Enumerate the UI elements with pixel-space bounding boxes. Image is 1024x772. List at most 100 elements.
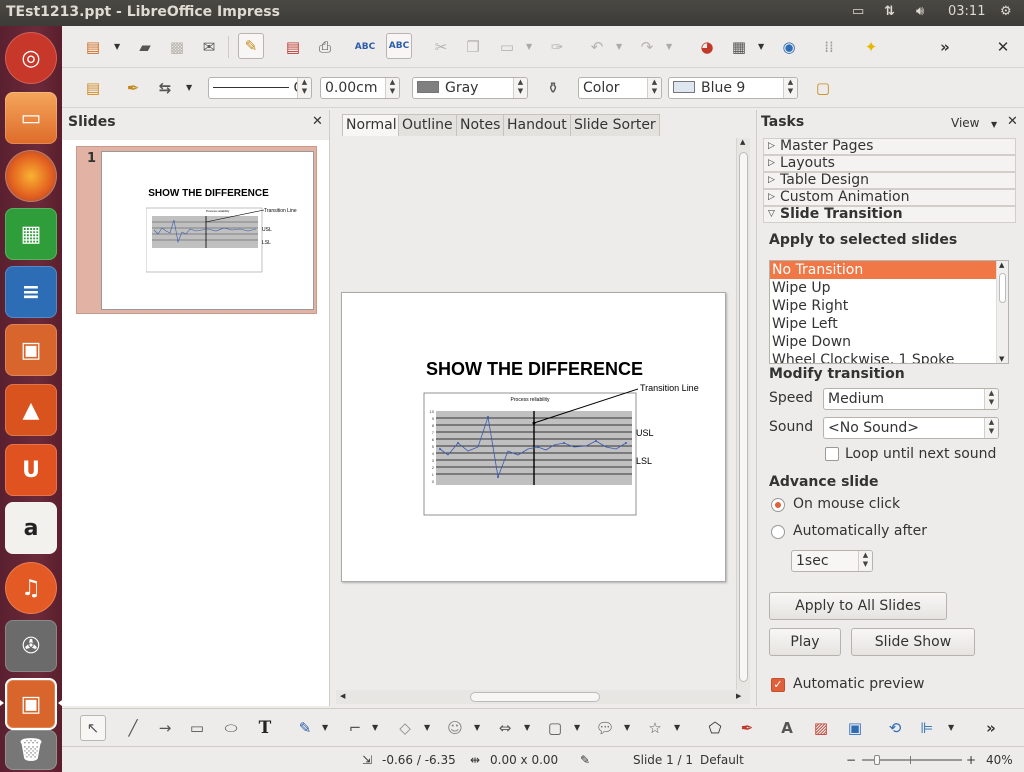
- software-center-icon[interactable]: ▲: [5, 384, 57, 436]
- area-style-combo[interactable]: Color ▲ ▼: [578, 77, 662, 99]
- zoom-out-icon[interactable]: −: [846, 753, 856, 767]
- apply-to-all-slides-button[interactable]: Apply to All Slides: [769, 592, 947, 620]
- battery-icon[interactable]: ▭: [852, 4, 864, 19]
- block-arrows-dropdown-icon[interactable]: ▼: [524, 723, 530, 732]
- line-tool-icon[interactable]: ╱: [120, 715, 146, 741]
- scroll-up-icon[interactable]: ▲: [999, 261, 1004, 269]
- transition-scroll-thumb[interactable]: [999, 273, 1006, 303]
- chart-icon[interactable]: ◕: [694, 34, 720, 60]
- toolbar-overflow-icon[interactable]: »: [932, 34, 958, 60]
- slide-thumbnail[interactable]: SHOW THE DIFFERENCE Process reliability …: [101, 151, 314, 310]
- drawbar-overflow-icon[interactable]: »: [978, 715, 1004, 741]
- curve-tool-icon[interactable]: ✎: [292, 715, 318, 741]
- basic-shapes-dropdown-icon[interactable]: ▼: [424, 723, 430, 732]
- flowchart-dropdown-icon[interactable]: ▼: [574, 723, 580, 732]
- text-tool-icon[interactable]: T: [252, 715, 278, 741]
- line-width-field[interactable]: 0.00cm ▲ ▼: [320, 77, 400, 99]
- auto-spellcheck-icon[interactable]: ABC: [386, 33, 412, 59]
- redo-dropdown-icon[interactable]: ▼: [666, 42, 672, 51]
- area-icon[interactable]: ⚱: [540, 75, 566, 101]
- line-style-spin[interactable]: ▲ ▼: [297, 78, 311, 98]
- zoom-slider-thumb[interactable]: [874, 755, 880, 765]
- zoom-slider[interactable]: [862, 755, 962, 765]
- speed-select[interactable]: Medium ▲ ▼: [823, 388, 999, 410]
- auto-time-spin[interactable]: ▲ ▼: [858, 551, 872, 571]
- area-style-spin[interactable]: ▲ ▼: [647, 78, 661, 98]
- open-icon[interactable]: ▰: [132, 34, 158, 60]
- arrow-style-icon[interactable]: ⇆: [152, 75, 178, 101]
- slide-show-button[interactable]: Slide Show: [851, 628, 975, 656]
- edit-mode-icon[interactable]: ✎: [238, 33, 264, 59]
- current-slide[interactable]: SHOW THE DIFFERENCE Process reliability: [341, 292, 726, 582]
- play-button[interactable]: Play: [769, 628, 841, 656]
- insert-image-icon[interactable]: ▨: [808, 715, 834, 741]
- scroll-left-icon[interactable]: ◀: [340, 692, 345, 700]
- list-item[interactable]: Wipe Left: [770, 315, 1008, 333]
- arrow-style-dropdown-icon[interactable]: ▼: [186, 83, 192, 92]
- files-icon[interactable]: ▭: [5, 92, 57, 144]
- horizontal-scrollbar[interactable]: ◀ ▶: [336, 690, 750, 704]
- ubuntu-one-icon[interactable]: U: [5, 444, 57, 496]
- table-icon[interactable]: ▦: [726, 34, 752, 60]
- export-pdf-icon[interactable]: ▤: [280, 34, 306, 60]
- amazon-icon[interactable]: a: [5, 502, 57, 554]
- tab-outline[interactable]: Outline: [398, 114, 457, 136]
- list-item[interactable]: Wipe Up: [770, 279, 1008, 297]
- calc-icon[interactable]: ▦: [5, 208, 57, 260]
- fontwork-icon[interactable]: A: [774, 715, 800, 741]
- new-dropdown-icon[interactable]: ▼: [114, 42, 120, 51]
- deck-master-pages[interactable]: ▷ Master Pages: [763, 138, 1016, 155]
- list-item[interactable]: Wheel Clockwise, 1 Spoke: [770, 351, 1008, 363]
- scroll-down-icon[interactable]: ▼: [999, 355, 1004, 363]
- slide-thumbnail-selected[interactable]: 1 SHOW THE DIFFERENCE Process reliabilit…: [76, 146, 317, 314]
- block-arrows-icon[interactable]: ⇔: [492, 715, 518, 741]
- automatically-after-radio[interactable]: [771, 525, 785, 539]
- line-width-spin[interactable]: ▲ ▼: [385, 78, 399, 98]
- grid-icon[interactable]: ⁞⁞: [816, 34, 842, 60]
- line-color-combo[interactable]: Gray ▲ ▼: [412, 77, 528, 99]
- callouts-icon[interactable]: 💬︎: [592, 715, 618, 741]
- symbol-shapes-icon[interactable]: ☺: [442, 715, 468, 741]
- system-settings-icon[interactable]: ✇: [5, 620, 57, 672]
- line-style-combo[interactable]: C ▲▼: [208, 77, 312, 99]
- curve-dropdown-icon[interactable]: ▼: [322, 723, 328, 732]
- redo-icon[interactable]: ↷: [634, 34, 660, 60]
- rectangle-tool-icon[interactable]: ▭: [184, 715, 210, 741]
- trash-icon[interactable]: 🗑︎: [5, 730, 57, 770]
- ellipse-tool-icon[interactable]: ⬭: [218, 715, 244, 741]
- line-arrow-tool-icon[interactable]: →: [152, 715, 178, 741]
- email-icon[interactable]: ✉: [196, 34, 222, 60]
- zoom-in-icon[interactable]: +: [966, 753, 976, 767]
- area-color-spin[interactable]: ▲ ▼: [783, 78, 797, 98]
- speed-spin[interactable]: ▲ ▼: [984, 389, 998, 409]
- cut-icon[interactable]: ✂: [428, 34, 454, 60]
- paste-dropdown-icon[interactable]: ▼: [526, 42, 532, 51]
- slide-canvas[interactable]: SHOW THE DIFFERENCE Process reliability: [336, 138, 740, 690]
- area-color-combo[interactable]: Blue 9 ▲ ▼: [668, 77, 798, 99]
- deck-layouts[interactable]: ▷ Layouts: [763, 155, 1016, 172]
- slide-title[interactable]: SHOW THE DIFFERENCE: [342, 359, 727, 380]
- align-dropdown-icon[interactable]: ▼: [948, 723, 954, 732]
- writer-icon[interactable]: ≡: [5, 266, 57, 318]
- view-dropdown-icon[interactable]: ▼: [991, 120, 997, 129]
- line-icon[interactable]: ✒: [120, 75, 146, 101]
- loop-checkbox[interactable]: [825, 447, 839, 461]
- undo-dropdown-icon[interactable]: ▼: [616, 42, 622, 51]
- sound-select[interactable]: <No Sound> ▲ ▼: [823, 417, 999, 439]
- basic-shapes-icon[interactable]: ◇: [392, 715, 418, 741]
- impress-icon[interactable]: ▣: [5, 324, 57, 376]
- line-color-spin[interactable]: ▲ ▼: [513, 78, 527, 98]
- vertical-scrollbar[interactable]: ▲: [736, 138, 750, 694]
- save-icon[interactable]: ▩: [164, 34, 190, 60]
- transition-list[interactable]: No Transition Wipe Up Wipe Right Wipe Le…: [769, 260, 1009, 364]
- slide-chart[interactable]: Process reliability 10 9 8 7 6 5 4 3 2 1…: [422, 381, 722, 521]
- print-icon[interactable]: ⎙: [312, 34, 338, 60]
- glue-points-icon[interactable]: ✒: [734, 715, 760, 741]
- list-item[interactable]: No Transition: [770, 261, 1008, 279]
- clock[interactable]: 03:11: [948, 4, 985, 19]
- sound-spin[interactable]: ▲ ▼: [984, 418, 998, 438]
- power-icon[interactable]: ⚙: [1000, 4, 1012, 19]
- on-mouse-click-radio[interactable]: [771, 498, 785, 512]
- paste-icon[interactable]: ▭: [494, 34, 520, 60]
- effects-icon[interactable]: ✦: [858, 34, 884, 60]
